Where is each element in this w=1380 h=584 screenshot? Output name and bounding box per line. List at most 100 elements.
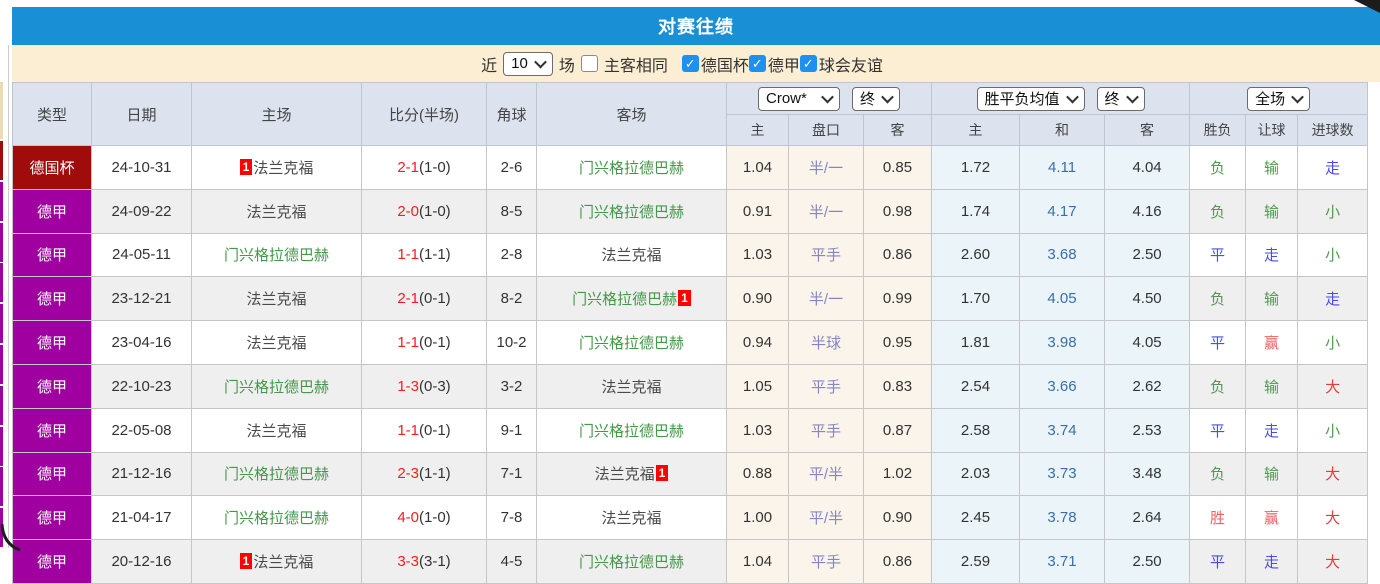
col-header-score: 比分(半场) xyxy=(361,82,487,146)
red-card-badge: 1 xyxy=(678,290,691,307)
away-team-cell: 门兴格拉德巴赫 xyxy=(536,320,727,365)
result-goals: 小 xyxy=(1297,232,1369,278)
cropped-row-sliver xyxy=(0,222,3,262)
result-wdl: 胜 xyxy=(1189,495,1247,541)
result-handicap: 输 xyxy=(1245,188,1299,234)
team-name: 门兴格拉德巴赫 xyxy=(578,203,684,221)
match-count-select[interactable]: 10 xyxy=(503,51,553,76)
crow-home-odds: 1.00 xyxy=(726,495,789,541)
team-name: 门兴格拉德巴赫 xyxy=(223,510,329,528)
sub-header-goals: 进球数 xyxy=(1297,114,1369,146)
crow-handicap: 平手 xyxy=(788,232,864,278)
wdl-avg-select[interactable]: 胜平负均值 xyxy=(976,86,1085,111)
score-cell: 2-0(1-0) xyxy=(361,188,487,234)
match-row: 德甲 22-10-23 门兴格拉德巴赫 1-3(0-3) 3-2 法兰克福 1.… xyxy=(12,363,1369,409)
cropped-row-sliver xyxy=(0,82,3,139)
score-halftime: (1-1) xyxy=(419,465,451,483)
score-fulltime: 1-1 xyxy=(397,421,419,439)
odds-time-select[interactable]: 终 xyxy=(852,86,901,111)
crow-handicap: 平手 xyxy=(788,363,864,409)
result-wdl: 负 xyxy=(1189,363,1247,409)
match-row: 德甲 21-04-17 门兴格拉德巴赫 4-0(1-0) 7-8 法兰克福 1.… xyxy=(12,495,1369,541)
result-goals: 大 xyxy=(1297,495,1369,541)
corner-cell: 10-2 xyxy=(486,320,537,365)
avg-draw-odds: 3.78 xyxy=(1019,495,1106,541)
match-date: 24-09-22 xyxy=(91,188,192,234)
match-type: 德甲 xyxy=(12,320,92,365)
avg-draw-odds: 4.17 xyxy=(1019,188,1106,234)
avg-draw-odds: 4.11 xyxy=(1019,145,1106,190)
result-wdl: 平 xyxy=(1189,232,1247,278)
away-team-cell: 门兴格拉德巴赫 xyxy=(536,407,727,453)
score-fulltime: 3-3 xyxy=(397,553,419,571)
competition-filter-friendly[interactable]: ✓ 球会友谊 xyxy=(799,52,883,76)
score-cell: 1-1(0-1) xyxy=(361,320,487,365)
bookmaker-select[interactable]: Crow* xyxy=(758,86,840,111)
score-fulltime: 2-1 xyxy=(397,158,419,176)
home-team-cell: 门兴格拉德巴赫 xyxy=(191,451,362,497)
result-handicap: 赢 xyxy=(1245,495,1299,541)
avg-home-odds: 2.54 xyxy=(931,363,1021,409)
cup-checkbox[interactable]: ✓ xyxy=(681,55,699,72)
team-name: 法兰克福 xyxy=(601,378,662,396)
score-cell: 1-1(1-1) xyxy=(361,232,487,278)
team-name: 法兰克福 xyxy=(601,510,662,528)
cropped-row-sliver xyxy=(0,263,3,303)
cropped-row-sliver xyxy=(0,385,3,425)
match-date: 24-05-11 xyxy=(91,232,192,278)
league-label: 德甲 xyxy=(767,57,800,75)
score-halftime: (0-1) xyxy=(419,334,451,352)
result-handicap: 走 xyxy=(1245,232,1299,278)
col-header-type: 类型 xyxy=(12,82,92,146)
match-row: 德甲 23-12-21 法兰克福 2-1(0-1) 8-2 门兴格拉德巴赫 1 0… xyxy=(12,276,1369,322)
avg-away-odds: 4.16 xyxy=(1104,188,1191,234)
section-header-bar: 对赛往绩 xyxy=(12,7,1380,45)
wdl-time-select[interactable]: 终 xyxy=(1096,86,1145,111)
red-card-badge: 1 xyxy=(655,465,669,482)
chevron-down-icon xyxy=(821,90,834,104)
corner-cell: 7-1 xyxy=(486,451,537,497)
away-team-cell: 法兰克福 1 xyxy=(536,451,727,497)
league-checkbox[interactable]: ✓ xyxy=(748,55,766,72)
result-goals: 走 xyxy=(1297,276,1369,322)
home-team-cell: 法兰克福 xyxy=(191,276,362,322)
score-fulltime: 1-3 xyxy=(397,377,419,395)
red-card-badge: 1 xyxy=(239,553,253,570)
avg-away-odds: 2.62 xyxy=(1104,363,1191,409)
team-name: 法兰克福 xyxy=(246,291,307,309)
sub-header-avg-draw: 和 xyxy=(1019,114,1106,146)
scope-select[interactable]: 全场 xyxy=(1247,86,1311,111)
home-team-cell: 门兴格拉德巴赫 xyxy=(191,363,362,409)
crow-away-odds: 0.86 xyxy=(862,539,933,584)
match-date: 22-05-08 xyxy=(91,407,192,453)
team-name: 门兴格拉德巴赫 xyxy=(578,335,684,353)
cropped-row-sliver xyxy=(0,181,3,221)
avg-home-odds: 1.74 xyxy=(931,188,1021,234)
team-name: 法兰克福 xyxy=(246,335,307,353)
score-halftime: (1-1) xyxy=(419,246,451,264)
odds-source-header: Crow* 终 xyxy=(725,82,933,115)
crow-away-odds: 0.86 xyxy=(862,232,933,278)
friendly-checkbox[interactable]: ✓ xyxy=(799,55,817,72)
match-row: 德甲 23-04-16 法兰克福 1-1(0-1) 10-2 门兴格拉德巴赫 0… xyxy=(12,320,1369,365)
score-cell: 1-3(0-3) xyxy=(361,363,487,409)
crow-home-odds: 1.04 xyxy=(726,539,789,584)
chevron-down-icon xyxy=(1065,90,1079,104)
crow-away-odds: 0.87 xyxy=(862,407,933,453)
crow-handicap: 平/半 xyxy=(788,451,864,497)
corner-cell: 9-1 xyxy=(486,407,537,453)
result-goals: 大 xyxy=(1297,539,1369,584)
crow-handicap: 平手 xyxy=(788,407,864,453)
competition-filter-league[interactable]: ✓ 德甲 xyxy=(748,52,800,76)
competition-filter-cup[interactable]: ✓ 德国杯 xyxy=(681,52,749,76)
team-name: 法兰克福 xyxy=(253,554,314,572)
avg-home-odds: 2.58 xyxy=(931,407,1021,453)
result-goals: 小 xyxy=(1297,320,1369,365)
chevron-down-icon xyxy=(1291,90,1304,104)
same-venue-checkbox[interactable] xyxy=(580,55,598,72)
crow-home-odds: 1.03 xyxy=(726,407,789,453)
away-team-cell: 门兴格拉德巴赫 xyxy=(536,188,727,234)
sub-header-handicap: 盘口 xyxy=(788,114,864,146)
avg-away-odds: 2.50 xyxy=(1104,232,1191,278)
score-fulltime: 2-3 xyxy=(397,465,419,483)
